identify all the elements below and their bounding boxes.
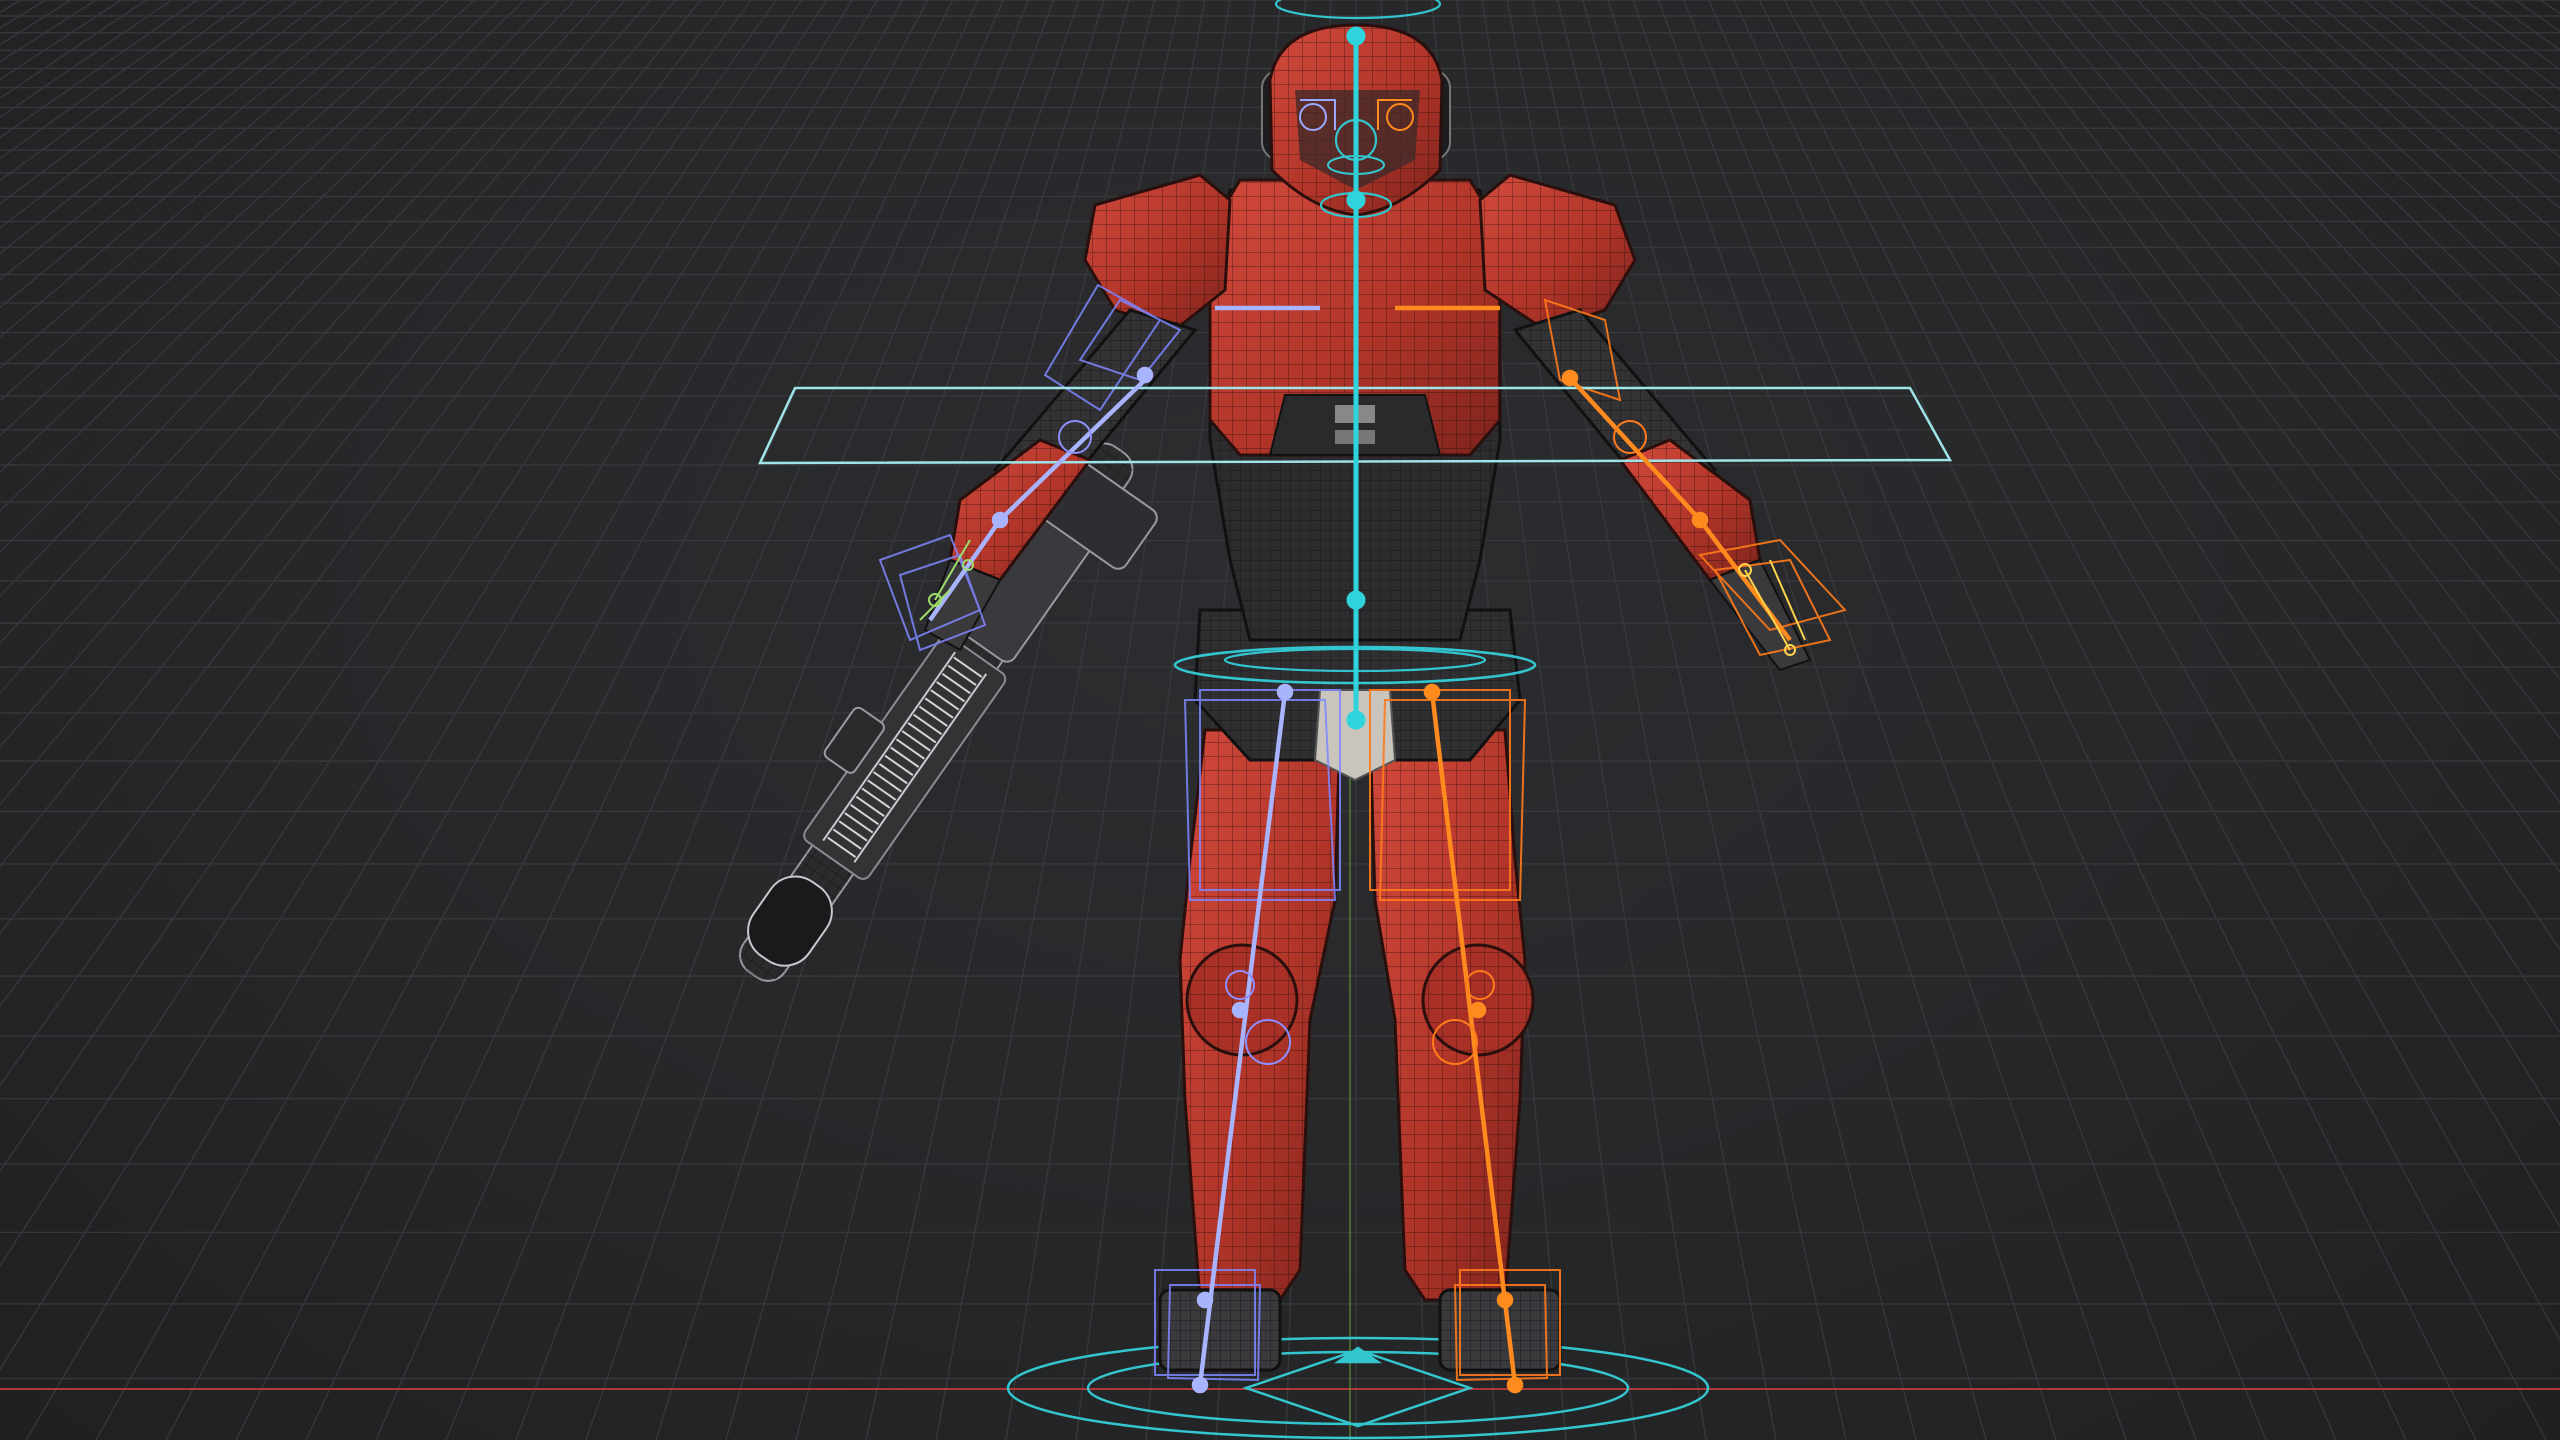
grid-line [0,0,828,1267]
grid-line [2010,0,2560,680]
grid-line [1607,0,2057,1440]
grid-line [2161,0,2560,401]
grid-line [0,0,727,935]
grid-line [0,0,752,1008]
grid-line [2489,0,2560,51]
grid-line [2212,0,2560,330]
grid-line [1808,0,2560,1342]
grid-line [165,0,929,1440]
character-mesh[interactable] [923,23,1812,1372]
grid-line [0,0,21,14]
grid-line [0,0,273,205]
grid-line [2363,0,2560,159]
grid-line [2439,0,2560,91]
grid-line [1884,0,2560,1035]
grid-line [0,0,551,554]
grid-line [2136,0,2560,440]
grid-line [585,0,1080,1440]
grid-line [0,0,425,369]
grid-line [0,0,147,99]
grid-line [0,0,172,119]
grid-line [1783,0,2547,1440]
grid-line [2313,0,2560,210]
grid-line [1733,0,2407,1440]
right-leg-mesh [1368,728,1562,1372]
left-leg-mesh [1158,728,1342,1372]
grid-line [0,0,324,254]
grid-line [0,0,626,695]
grid-line [0,0,72,46]
grid-line [1909,0,2560,951]
grid-line [0,0,299,229]
grid-line [2388,0,2560,135]
grid-line [0,0,399,338]
grid-line [2540,0,2560,15]
grid-line [0,0,803,1173]
grid-line [1657,0,2197,1440]
grid-line [1582,0,1987,1440]
grid-line [2287,0,2560,237]
grid-line [0,0,702,868]
grid-line [1859,0,2560,1127]
grid-line [1758,0,2477,1440]
grid-line [0,0,651,748]
right-shoulder-pad [1478,173,1637,332]
grid-line [2086,0,2560,526]
3d-viewport[interactable] [0,0,2560,1440]
grid-line [0,0,198,139]
grid-line [0,0,576,597]
grid-line [235,0,954,1440]
left-shoulder-pad [1083,173,1232,332]
grid-line [25,0,878,1440]
grid-line [0,0,248,182]
grid-line [0,0,450,402]
grid-line [2061,0,2560,574]
grid-line [95,0,904,1440]
grid-line [1682,0,2267,1440]
grid-line [2237,0,2560,297]
grid-line [0,0,374,309]
grid-line [0,0,677,806]
grid-line [655,0,1105,1440]
grid-line [0,0,122,81]
grid-line [1708,0,2337,1440]
grid-line [2413,0,2560,113]
grid-line [1632,0,2127,1440]
rifle-prop[interactable] [688,405,1178,1015]
grid-line [0,0,853,1371]
grid-line [1935,0,2560,874]
grid-line [0,0,500,473]
grid-line [2338,0,2560,184]
